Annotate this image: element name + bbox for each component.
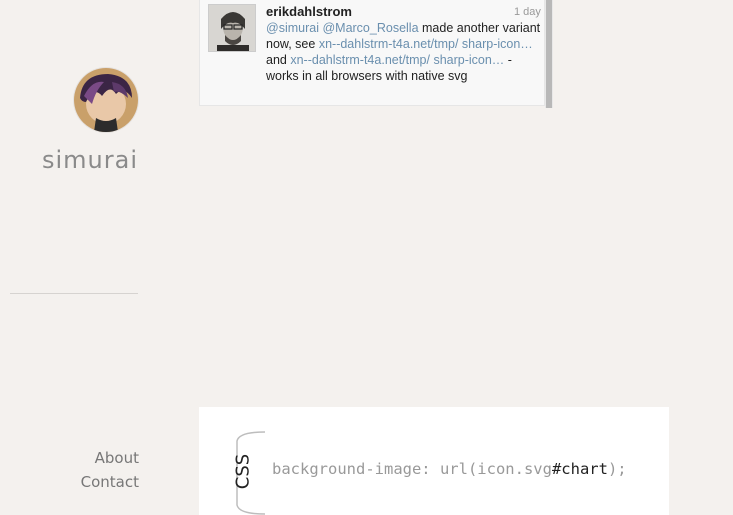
code-text: ); bbox=[607, 460, 627, 478]
tweet-text-segment: and bbox=[266, 53, 291, 67]
tweet-username[interactable]: erikdahlstrom bbox=[266, 4, 352, 19]
person-icon bbox=[74, 68, 138, 132]
tweet-card: erikdahlstrom 1 day @simurai @Marco_Rose… bbox=[199, 0, 545, 106]
code-highlight: #chart bbox=[551, 460, 608, 478]
css-tag: CSS bbox=[229, 431, 267, 515]
code-text: background-image: url(icon.svg bbox=[272, 460, 552, 478]
tweet-timestamp[interactable]: 1 day bbox=[514, 6, 541, 18]
tweet-url-link[interactable]: xn--dahlstrm-t4a.net/tmp/ sharp-icon… bbox=[290, 53, 504, 67]
tweet-avatar[interactable] bbox=[208, 4, 256, 52]
profile-avatar[interactable] bbox=[74, 68, 138, 132]
tweet-text: @simurai @Marco_Rosella made another var… bbox=[266, 20, 541, 84]
tweet-url-link[interactable]: xn--dahlstrm-t4a.net/tmp/ sharp-icon… bbox=[319, 37, 533, 51]
scrollbar-thumb[interactable] bbox=[546, 0, 552, 108]
code-snippet-card: CSS background-image: url(icon.svg#chart… bbox=[199, 407, 669, 515]
person-icon bbox=[209, 5, 255, 51]
mention-link[interactable]: @Marco_Rosella bbox=[322, 21, 418, 35]
tweet-scrollbar[interactable] bbox=[545, 0, 553, 108]
css-tag-label: CSS bbox=[232, 453, 254, 490]
mention-link[interactable]: @simurai bbox=[266, 21, 319, 35]
site-title[interactable]: simurai bbox=[20, 146, 138, 174]
nav-link-about[interactable]: About bbox=[40, 449, 139, 467]
code-line: background-image: url(icon.svg#chart); bbox=[272, 460, 627, 478]
nav-link-contact[interactable]: Contact bbox=[40, 473, 139, 491]
sidebar-divider bbox=[10, 293, 138, 294]
